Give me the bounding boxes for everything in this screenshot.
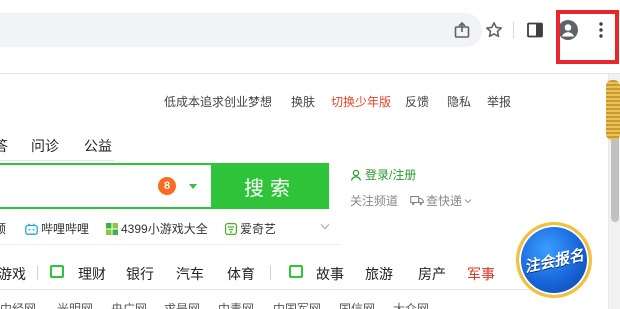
category-story[interactable]: 故事: [316, 264, 344, 284]
toplink-startup[interactable]: 低成本追求创业梦想: [164, 93, 272, 110]
category-separator: [37, 266, 38, 280]
toplink-privacy[interactable]: 隐私: [447, 93, 471, 110]
category-separator: [270, 266, 271, 280]
category-realestate[interactable]: 房产: [418, 264, 446, 284]
category-games[interactable]: 游戏: [0, 264, 26, 284]
game-4399-icon: [106, 222, 118, 235]
site-link[interactable]: 央广网: [111, 300, 147, 309]
truck-icon: [410, 195, 424, 206]
site-link[interactable]: 国信网: [339, 300, 375, 309]
site-link[interactable]: 中国军网: [273, 300, 321, 309]
chevron-down-icon[interactable]: [189, 184, 197, 189]
bilibili-icon: [25, 222, 38, 235]
address-bar[interactable]: [0, 13, 482, 47]
express-label: 查快递: [426, 194, 463, 208]
nav-divider: [0, 160, 115, 161]
login-label: 登录/注册: [365, 168, 417, 182]
quick-site-label: 预: [0, 222, 7, 236]
quick-site-iqiyi[interactable]: 爱奇艺: [225, 220, 276, 237]
page-content: 低成本追求创业梦想 换肤 切换少年版 反馈 隐私 举报 答 问诊 公益 8 搜索…: [0, 74, 608, 309]
quick-site-bilibili[interactable]: 哔哩哔哩: [25, 220, 89, 237]
share-button[interactable]: [446, 14, 478, 46]
side-panel-icon: [527, 22, 543, 38]
finance-icon: [50, 265, 64, 278]
login-link[interactable]: 登录/注册: [350, 166, 416, 183]
chevron-down-icon[interactable]: [320, 223, 330, 230]
highlight-box: [556, 10, 619, 64]
category-travel[interactable]: 旅游: [365, 264, 393, 284]
category-sports[interactable]: 体育: [227, 264, 255, 284]
quick-sites-divider: [0, 244, 340, 245]
search-button[interactable]: 搜索: [211, 163, 329, 209]
quick-site-label: 4399小游戏大全: [121, 222, 208, 236]
site-link[interactable]: 大众网: [393, 300, 429, 309]
quick-site-label: 爱奇艺: [240, 222, 277, 236]
share-icon: [454, 21, 470, 38]
bookmark-button[interactable]: [478, 14, 510, 46]
side-panel-button[interactable]: [519, 14, 551, 46]
site-link[interactable]: 光明网: [57, 300, 93, 309]
category-divider: [0, 289, 540, 290]
express-tracking-link[interactable]: 查快递: [410, 192, 472, 209]
toplink-skin[interactable]: 换肤: [291, 93, 315, 110]
iqiyi-icon: [225, 222, 237, 235]
toplink-feedback[interactable]: 反馈: [405, 93, 429, 110]
follow-channel-link[interactable]: 关注频道: [350, 192, 398, 209]
toolbar-divider: [513, 21, 514, 39]
search-input[interactable]: 8: [0, 163, 211, 209]
chevron-down-icon: [464, 198, 472, 203]
promo-label: 注会报名: [523, 246, 586, 276]
toplink-report[interactable]: 举报: [487, 93, 511, 110]
browser-toolbar: [0, 0, 620, 64]
category-bank[interactable]: 银行: [126, 264, 154, 284]
quick-site-label: 哔哩哔哩: [41, 222, 90, 236]
category-finance[interactable]: 理财: [78, 264, 106, 284]
promo-badge[interactable]: 注会报名: [516, 222, 592, 298]
search-hotword-badge[interactable]: 8: [158, 177, 176, 195]
site-link[interactable]: 求是网: [164, 300, 200, 309]
quick-site-partial[interactable]: 预: [0, 220, 6, 237]
side-widget-edge[interactable]: [606, 80, 620, 140]
quick-site-4399[interactable]: 4399小游戏大全: [106, 220, 208, 237]
tab-consult[interactable]: 问诊: [31, 136, 59, 156]
site-link[interactable]: 中青网: [218, 300, 254, 309]
tab-charity[interactable]: 公益: [84, 136, 112, 156]
story-icon: [289, 265, 303, 278]
site-link[interactable]: 中经网: [0, 300, 36, 309]
tab-answer[interactable]: 答: [0, 136, 8, 156]
toplink-teen-mode[interactable]: 切换少年版: [331, 93, 391, 110]
user-icon: [350, 169, 362, 181]
star-icon: [486, 22, 502, 38]
category-auto[interactable]: 汽车: [176, 264, 204, 284]
category-military[interactable]: 军事: [467, 264, 495, 284]
